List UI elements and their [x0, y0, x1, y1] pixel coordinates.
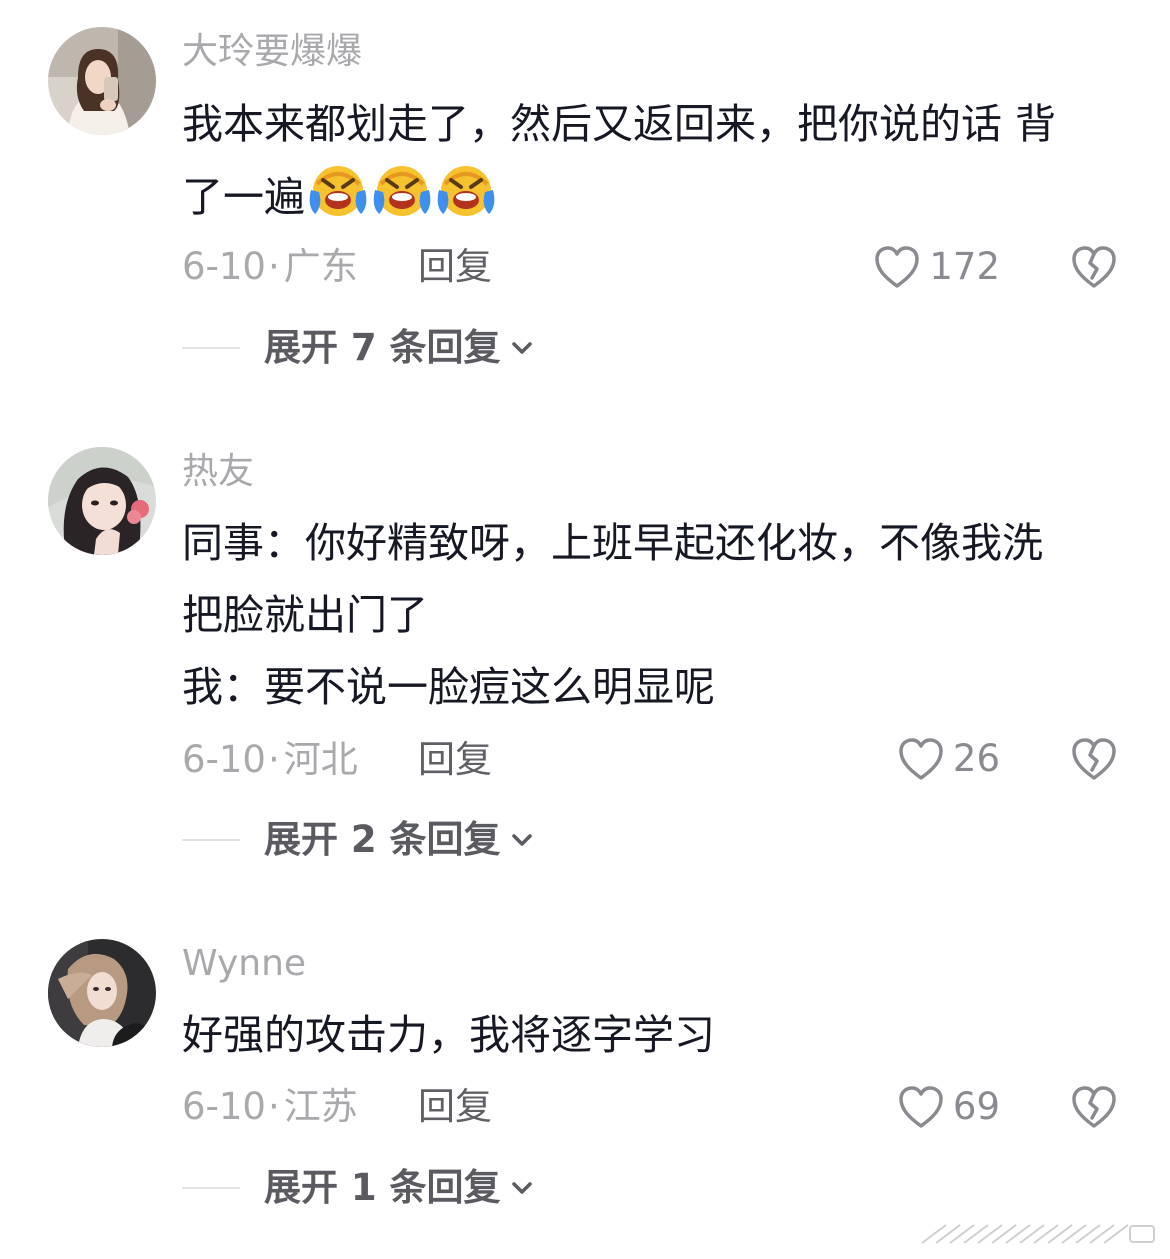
avatar[interactable] [48, 939, 156, 1047]
heart-outline-icon [899, 1086, 943, 1128]
meta-separator: · [267, 738, 280, 781]
comment-line: 好强的攻击力，我将逐字学习 [182, 1011, 715, 1059]
chevron-down-icon [511, 342, 532, 354]
comment-line: 了一遍 [182, 160, 1132, 240]
expand-replies-label: 展开 1 条回复 [264, 1166, 501, 1209]
broken-heart-icon [1072, 738, 1116, 780]
username[interactable]: Wynne [182, 942, 306, 986]
comment-line: 同事：你好精致呀，上班早起还化妆，不像我洗 [182, 519, 1043, 567]
comment-meta: 6-10· 江苏 [182, 1085, 358, 1129]
crying-laughing-emoji [307, 160, 369, 240]
expand-replies-button[interactable]: 展开 1 条回复 [182, 1163, 535, 1213]
heart-outline-icon [875, 246, 920, 288]
comment-date: 6-10 [182, 245, 266, 288]
comment-meta: 6-10· 河北 [182, 738, 358, 782]
expand-replies-button[interactable]: 展开 2 条回复 [182, 815, 535, 865]
crying-laughing-emoji [435, 160, 497, 240]
expand-replies-label: 展开 2 条回复 [264, 818, 501, 861]
divider [182, 839, 240, 841]
dislike-button[interactable] [1070, 243, 1118, 291]
watermark-logo [918, 1221, 1158, 1251]
heart-outline-icon [899, 738, 943, 780]
divider [182, 1187, 240, 1189]
chevron-down-icon [511, 1182, 532, 1194]
comment-line: 我本来都划走了，然后又返回来，把你说的话 背 [182, 100, 1057, 148]
comment-line: 我：要不说一脸痘这么明显呢 [182, 663, 715, 711]
meta-separator: · [267, 1085, 280, 1128]
comment-text: 同事：你好精致呀，上班早起还化妆，不像我洗 把脸就出门了 我：要不说一脸痘这么明… [182, 507, 1132, 723]
comment-location: 河北 [283, 738, 358, 781]
chevron-down-icon [511, 834, 532, 846]
meta-separator: · [267, 245, 280, 288]
comment-meta: 6-10· 广东 [182, 245, 358, 289]
comment-line: 把脸就出门了 [182, 591, 428, 639]
avatar[interactable] [48, 27, 156, 135]
comment-location: 江苏 [283, 1085, 358, 1128]
broken-heart-icon [1072, 1086, 1116, 1128]
like-count: 26 [952, 737, 1000, 780]
like-button[interactable]: 172 [873, 243, 1000, 291]
expand-replies-button[interactable]: 展开 7 条回复 [182, 323, 535, 373]
like-button[interactable]: 26 [897, 735, 1000, 783]
reply-button[interactable]: 回复 [418, 738, 492, 782]
comment-line-text: 了一遍 [182, 173, 305, 221]
comment-text: 好强的攻击力，我将逐字学习 [182, 999, 1132, 1071]
username[interactable]: 热友 [182, 450, 254, 494]
reply-button[interactable]: 回复 [418, 1085, 492, 1129]
comment-location: 广东 [283, 245, 358, 288]
like-count: 69 [952, 1085, 1000, 1128]
dislike-button[interactable] [1070, 735, 1118, 783]
broken-heart-icon [1072, 246, 1116, 288]
crying-laughing-emoji [371, 160, 433, 240]
comment-date: 6-10 [182, 738, 266, 781]
reply-button[interactable]: 回复 [418, 245, 492, 289]
avatar[interactable] [48, 447, 156, 555]
like-count: 172 [929, 245, 1000, 288]
username[interactable]: 大玲要爆爆 [182, 30, 362, 74]
divider [182, 347, 240, 349]
comment-date: 6-10 [182, 1085, 266, 1128]
like-button[interactable]: 69 [897, 1083, 1000, 1131]
dislike-button[interactable] [1070, 1083, 1118, 1131]
expand-replies-label: 展开 7 条回复 [264, 326, 501, 369]
comment-text: 我本来都划走了，然后又返回来，把你说的话 背 了一遍 [182, 88, 1132, 240]
